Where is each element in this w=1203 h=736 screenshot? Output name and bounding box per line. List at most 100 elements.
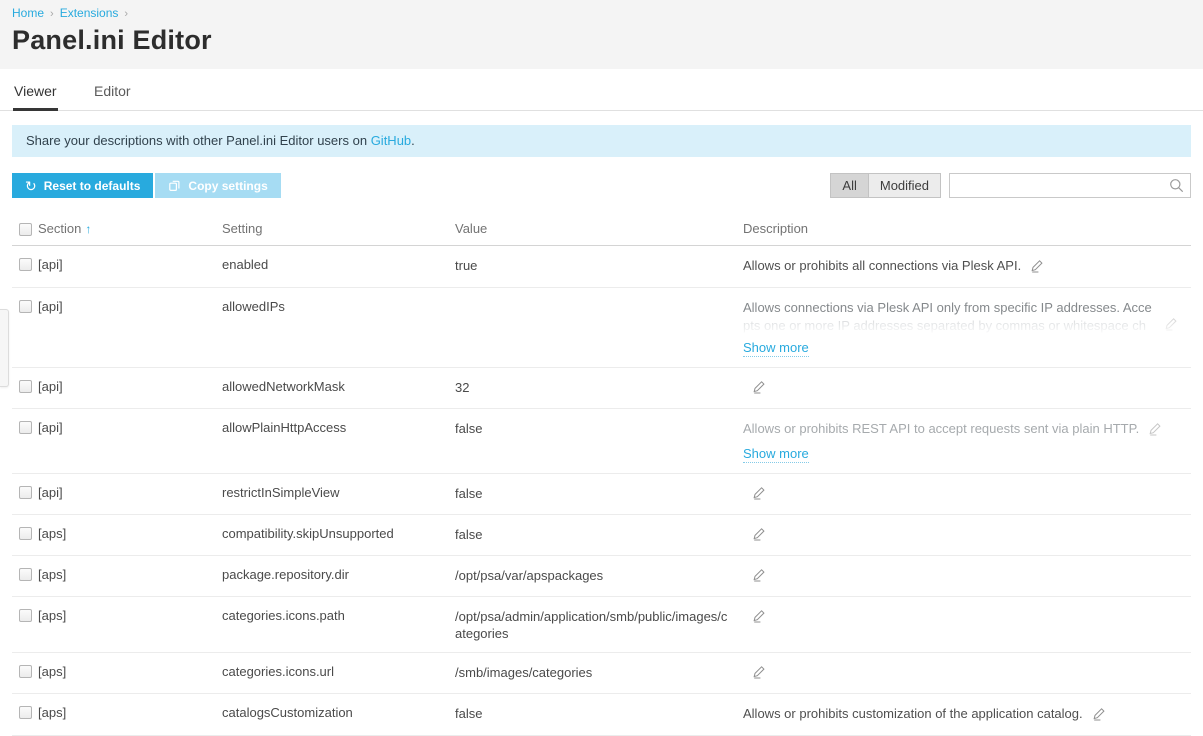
reset-button-label: Reset to defaults: [44, 179, 141, 193]
breadcrumb-separator: ›: [124, 8, 128, 20]
description-text-line: Allows or prohibits all connections via …: [743, 257, 1179, 277]
edit-pencil-icon[interactable]: [752, 567, 767, 586]
checkbox-cell: [12, 420, 38, 434]
edit-pencil-icon[interactable]: [752, 526, 767, 545]
action-buttons: ↻ Reset to defaults Copy settings: [12, 173, 281, 198]
select-all-checkbox[interactable]: [19, 223, 32, 236]
description-cell: [743, 526, 1191, 545]
description-text: Allows or prohibits customization of the…: [743, 706, 1083, 721]
row-checkbox[interactable]: [19, 568, 32, 581]
section-cell: [aps]: [38, 664, 222, 679]
search-box: [949, 173, 1191, 198]
setting-cell: allowPlainHttpAccess: [222, 420, 455, 435]
setting-cell: categories.icons.url: [222, 664, 455, 679]
show-more-link[interactable]: Show more: [743, 339, 809, 357]
checkbox-cell: [12, 257, 38, 271]
row-checkbox[interactable]: [19, 486, 32, 499]
breadcrumb: Home › Extensions ›: [12, 6, 1191, 20]
search-input[interactable]: [949, 173, 1191, 198]
column-header-setting[interactable]: Setting: [222, 221, 455, 236]
section-cell: [aps]: [38, 567, 222, 582]
edit-pencil-icon[interactable]: [752, 664, 767, 683]
row-checkbox[interactable]: [19, 609, 32, 622]
reset-icon: ↻: [25, 179, 37, 193]
value-cell: false: [455, 526, 743, 543]
setting-cell: package.repository.dir: [222, 567, 455, 582]
filter-all-button[interactable]: All: [830, 173, 868, 198]
row-checkbox[interactable]: [19, 380, 32, 393]
search-icon[interactable]: [1169, 178, 1184, 198]
edit-pencil-icon[interactable]: [1092, 706, 1107, 725]
page-header: Home › Extensions › Panel.ini Editor: [0, 0, 1203, 69]
description-overflow-line: pts one or more IP addresses separated b…: [743, 316, 1179, 334]
edit-pencil-icon[interactable]: [1164, 316, 1179, 334]
setting-cell: allowedNetworkMask: [222, 379, 455, 394]
section-cell: [api]: [38, 420, 222, 435]
description-text: Allows connections via Plesk API only fr…: [743, 300, 1152, 315]
row-checkbox[interactable]: [19, 421, 32, 434]
edit-pencil-icon[interactable]: [1030, 258, 1045, 277]
checkbox-cell: [12, 705, 38, 719]
tab-editor[interactable]: Editor: [93, 69, 132, 111]
setting-cell: allowedIPs: [222, 299, 455, 314]
value-cell: /opt/psa/admin/application/smb/public/im…: [455, 608, 743, 642]
value-cell: /smb/images/categories: [455, 664, 743, 681]
copy-icon: [168, 178, 181, 194]
breadcrumb-extensions-link[interactable]: Extensions: [60, 6, 119, 20]
row-checkbox[interactable]: [19, 258, 32, 271]
description-cell: Allows or prohibits REST API to accept r…: [743, 420, 1191, 463]
edit-pencil-icon[interactable]: [752, 608, 767, 627]
column-header-description[interactable]: Description: [743, 221, 1191, 236]
description-cell: Allows connections via Plesk API only fr…: [743, 299, 1191, 357]
side-panel-handle[interactable]: [0, 309, 9, 387]
checkbox-cell: [12, 485, 38, 499]
setting-cell: restrictInSimpleView: [222, 485, 455, 500]
table-row: [api]allowedNetworkMask32: [12, 368, 1191, 409]
info-banner: Share your descriptions with other Panel…: [12, 125, 1191, 157]
row-checkbox[interactable]: [19, 706, 32, 719]
description-text-line: Allows or prohibits customization of the…: [743, 705, 1179, 725]
tab-viewer[interactable]: Viewer: [13, 69, 58, 111]
description-cell: Allows or prohibits customization of the…: [743, 705, 1191, 725]
sort-ascending-icon: ↑: [85, 222, 91, 236]
edit-pencil-icon[interactable]: [752, 379, 767, 398]
table-header-row: Section↑ Setting Value Description: [12, 217, 1191, 246]
row-checkbox[interactable]: [19, 300, 32, 313]
toolbar: ↻ Reset to defaults Copy settings All Mo…: [12, 173, 1191, 198]
description-text-line: Allows or prohibits REST API to accept r…: [743, 420, 1179, 440]
description-text: Allows or prohibits REST API to accept r…: [743, 421, 1139, 436]
edit-pencil-icon[interactable]: [1148, 421, 1163, 440]
filter-modified-button[interactable]: Modified: [869, 173, 941, 198]
row-checkbox[interactable]: [19, 527, 32, 540]
page-title: Panel.ini Editor: [12, 25, 1191, 56]
copy-settings-button[interactable]: Copy settings: [155, 173, 280, 198]
checkbox-cell: [12, 608, 38, 622]
table-row: [api]allowedIPsAllows connections via Pl…: [12, 288, 1191, 368]
value-cell: false: [455, 420, 743, 437]
checkbox-cell: [12, 526, 38, 540]
value-cell: false: [455, 705, 743, 722]
table-row: [api]allowPlainHttpAccessfalseAllows or …: [12, 409, 1191, 474]
column-header-section[interactable]: Section↑: [38, 221, 222, 236]
table-row: [api]enabledtrueAllows or prohibits all …: [12, 246, 1191, 288]
description-cell: [743, 379, 1191, 398]
settings-table: Section↑ Setting Value Description [api]…: [12, 217, 1191, 736]
breadcrumb-home-link[interactable]: Home: [12, 6, 44, 20]
column-header-value[interactable]: Value: [455, 221, 743, 236]
table-row: [api]restrictInSimpleViewfalse: [12, 474, 1191, 515]
description-cell: [743, 567, 1191, 586]
show-more-link[interactable]: Show more: [743, 445, 809, 463]
table-row: [aps]categories.icons.url/smb/images/cat…: [12, 653, 1191, 694]
row-checkbox[interactable]: [19, 665, 32, 678]
edit-pencil-icon[interactable]: [752, 485, 767, 504]
setting-cell: catalogsCustomization: [222, 705, 455, 720]
value-cell: false: [455, 485, 743, 502]
breadcrumb-separator: ›: [50, 8, 54, 20]
checkbox-cell: [12, 379, 38, 393]
reset-to-defaults-button[interactable]: ↻ Reset to defaults: [12, 173, 153, 198]
table-body: [api]enabledtrueAllows or prohibits all …: [12, 246, 1191, 736]
section-cell: [api]: [38, 485, 222, 500]
description-cell: Allows or prohibits all connections via …: [743, 257, 1191, 277]
description-cell: [743, 485, 1191, 504]
github-link[interactable]: GitHub: [371, 133, 411, 148]
